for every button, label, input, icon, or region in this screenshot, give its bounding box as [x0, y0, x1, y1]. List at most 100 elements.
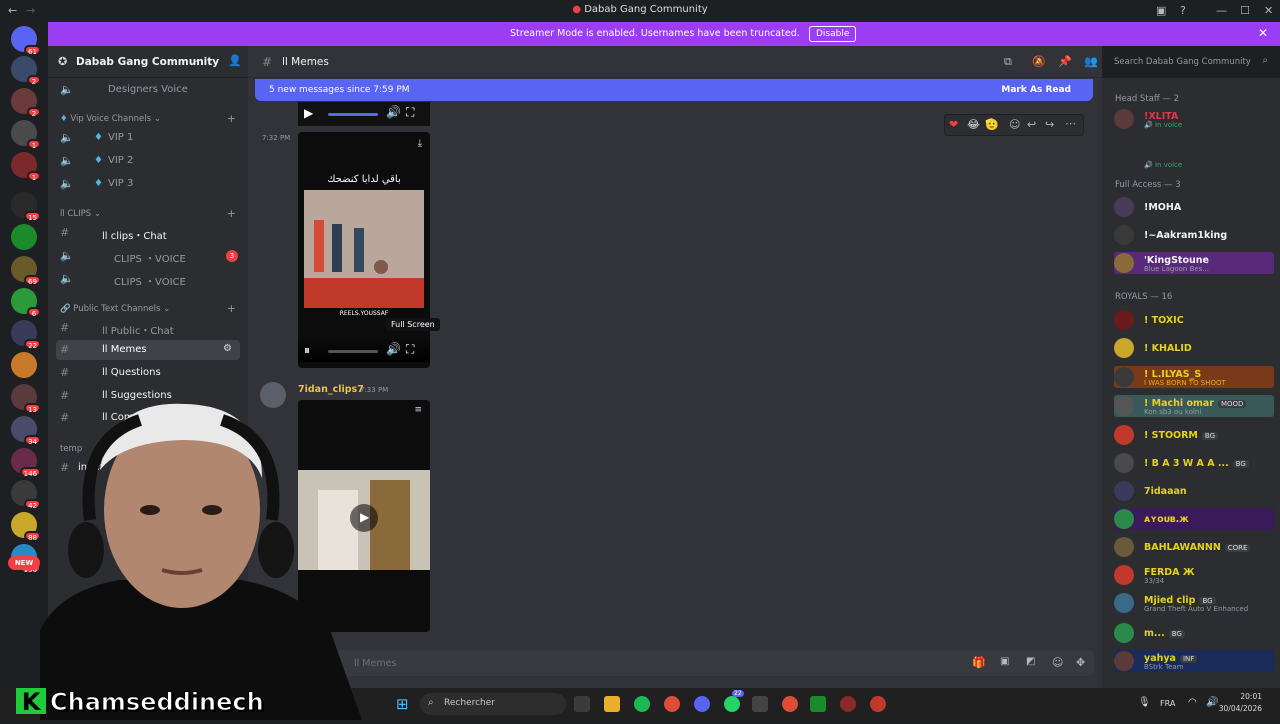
member-item[interactable]: FERDA Ж 33/34: [1114, 564, 1274, 586]
category-vip[interactable]: ♦ Vip Voice Channels ⌄: [60, 114, 161, 124]
sticker-icon[interactable]: ◩: [1026, 656, 1035, 667]
server-icon[interactable]: [11, 352, 37, 378]
member-item[interactable]: yahya INF BStrk Team: [1114, 650, 1274, 672]
add-reaction-icon[interactable]: ☺: [1009, 118, 1020, 131]
gift-icon[interactable]: 🎁: [972, 656, 986, 669]
chrome-icon[interactable]: [782, 696, 798, 712]
gif-icon[interactable]: ▣: [1000, 656, 1009, 667]
windows-start-icon[interactable]: ⊞: [396, 695, 409, 713]
mic-icon[interactable]: 🎙: [1138, 697, 1151, 708]
app-icon[interactable]: [752, 696, 768, 712]
channel-vip-2[interactable]: 🔈 ♦ VIP 2: [56, 151, 240, 171]
app-icon[interactable]: [840, 696, 856, 712]
volume-icon[interactable]: 🔊: [386, 342, 401, 356]
message-author[interactable]: 7idan_clips7: [298, 384, 364, 395]
spotify-icon[interactable]: [634, 696, 650, 712]
guild-header[interactable]: ✪ Dabab Gang Community ⌄ 👤: [48, 46, 248, 78]
menu-icon[interactable]: ≡: [414, 405, 422, 415]
emoji-icon[interactable]: 🫡: [985, 118, 999, 131]
discord-icon[interactable]: [694, 696, 710, 712]
member-item[interactable]: 'KingStoune Blue Lagoon Bes...: [1114, 252, 1274, 274]
channel-vip-1[interactable]: 🔈 ♦ VIP 1: [56, 128, 240, 148]
reply-icon[interactable]: ↩: [1027, 118, 1036, 131]
pause-icon[interactable]: ⏸: [304, 343, 310, 358]
member-item[interactable]: ! STOORM BG: [1114, 424, 1274, 446]
clock-time[interactable]: 20:01: [1222, 692, 1262, 701]
disable-button[interactable]: Disable: [809, 26, 857, 42]
add-channel-icon[interactable]: +: [227, 112, 236, 125]
volume-slider[interactable]: [328, 113, 378, 116]
pin-icon[interactable]: 📌: [1058, 55, 1072, 68]
server-icon[interactable]: 15: [11, 192, 41, 222]
close-icon[interactable]: ✕: [1258, 26, 1268, 40]
channel-clips-chat[interactable]: # ll clips・Chat: [56, 223, 240, 243]
server-icon[interactable]: [11, 224, 37, 250]
member-item[interactable]: ! L.ILYAS_S I WAS BORN TO SHOOT: [1114, 366, 1274, 388]
taskbar-search[interactable]: ⌕ Rechercher: [420, 693, 566, 715]
file-explorer-icon[interactable]: [604, 696, 620, 712]
app-icon[interactable]: [810, 696, 826, 712]
clock-date[interactable]: 30/04/2026: [1216, 704, 1262, 713]
play-icon[interactable]: ▶: [304, 106, 313, 120]
maximize-icon[interactable]: ☐: [1240, 4, 1250, 17]
server-icon[interactable]: 69: [11, 256, 41, 286]
member-item[interactable]: 7idaaan: [1114, 480, 1274, 502]
download-icon[interactable]: ⤓: [418, 138, 422, 149]
whatsapp-icon[interactable]: 22: [724, 690, 744, 712]
server-icon[interactable]: 2: [11, 88, 41, 118]
task-view-icon[interactable]: [574, 696, 590, 712]
settings-icon[interactable]: ⚙: [223, 343, 232, 354]
heart-icon[interactable]: ❤: [949, 118, 958, 131]
close-window-icon[interactable]: ✕: [1264, 4, 1273, 17]
member-item[interactable]: !XLITA 🔊 In voice: [1114, 108, 1274, 130]
forward-icon[interactable]: ↪: [1045, 118, 1054, 131]
members-icon[interactable]: 👥: [1084, 55, 1098, 68]
server-icon[interactable]: 6: [11, 288, 41, 318]
volume-slider[interactable]: [328, 350, 378, 353]
inbox-icon[interactable]: ▣: [1156, 4, 1166, 17]
chrome-icon[interactable]: [664, 696, 680, 712]
threads-icon[interactable]: ⧉: [1004, 55, 1012, 69]
fullscreen-icon[interactable]: ⛶: [406, 342, 414, 357]
fullscreen-icon[interactable]: ⛶: [406, 105, 414, 120]
channel-designers-voice[interactable]: 🔈 Designers Voice: [56, 80, 240, 100]
search-input[interactable]: Search Dabab Gang Community ⌕: [1108, 52, 1274, 72]
emoji-icon[interactable]: ☺: [1052, 656, 1063, 669]
member-item[interactable]: ! KHALID: [1114, 337, 1274, 359]
member-item[interactable]: Mjied clip BG Grand Theft Auto V Enhanced: [1114, 592, 1274, 614]
server-icon[interactable]: 1: [11, 152, 41, 182]
channel-clips-voice[interactable]: 🔈 CLIPS ・VOICE 3: [56, 246, 240, 266]
language-indicator[interactable]: FRA: [1160, 699, 1175, 708]
member-item[interactable]: 🔊 In voice: [1114, 148, 1274, 170]
member-item[interactable]: !~Aakram1king: [1114, 224, 1274, 246]
category-public-text[interactable]: 🔗 Public Text Channels ⌄: [60, 304, 170, 314]
mute-icon[interactable]: 🔕: [1032, 55, 1046, 68]
server-icon[interactable]: 22: [11, 320, 41, 350]
wifi-icon[interactable]: ◠: [1188, 697, 1197, 708]
volume-icon[interactable]: 🔊: [386, 105, 401, 119]
member-item[interactable]: BAHLAWANNN CORE: [1114, 536, 1274, 558]
more-icon[interactable]: ⋯: [1065, 117, 1076, 130]
help-icon[interactable]: ?: [1180, 4, 1186, 17]
member-item[interactable]: ! Machi omar MOOD Kon sb3 ou kolni: [1114, 395, 1274, 417]
apps-icon[interactable]: ✥: [1076, 656, 1085, 669]
add-channel-icon[interactable]: +: [227, 302, 236, 315]
channel-questions[interactable]: # ll Questions: [56, 363, 240, 383]
channel-public-chat[interactable]: # ll Public・Chat: [56, 318, 240, 338]
server-icon[interactable]: 2: [11, 56, 41, 86]
channel-vip-3[interactable]: 🔈 ♦ VIP 3: [56, 174, 240, 194]
channel-memes[interactable]: # ll Memes ⚙: [56, 340, 240, 360]
channel-clips-voice-2[interactable]: 🔈 CLIPS ・VOICE: [56, 269, 240, 289]
laugh-icon[interactable]: 😂: [967, 118, 980, 131]
new-messages-bar[interactable]: 5 new messages since 7:59 PM Mark As Rea…: [255, 79, 1093, 101]
mark-read-button[interactable]: Mark As Read: [1001, 85, 1071, 95]
member-item[interactable]: ! B A 3 W A A ... BG: [1114, 452, 1274, 474]
app-icon[interactable]: [870, 696, 886, 712]
message-composer[interactable]: ll Memes 🎁 ▣ ◩ ☺ ✥: [256, 650, 1094, 676]
server-icon[interactable]: 1: [11, 120, 41, 150]
add-member-icon[interactable]: 👤: [228, 54, 242, 67]
category-clips[interactable]: ll CLIPS ⌄: [60, 209, 101, 219]
member-item[interactable]: !MOHA: [1114, 196, 1274, 218]
add-channel-icon[interactable]: +: [227, 207, 236, 220]
member-item[interactable]: m... BG: [1114, 622, 1274, 644]
